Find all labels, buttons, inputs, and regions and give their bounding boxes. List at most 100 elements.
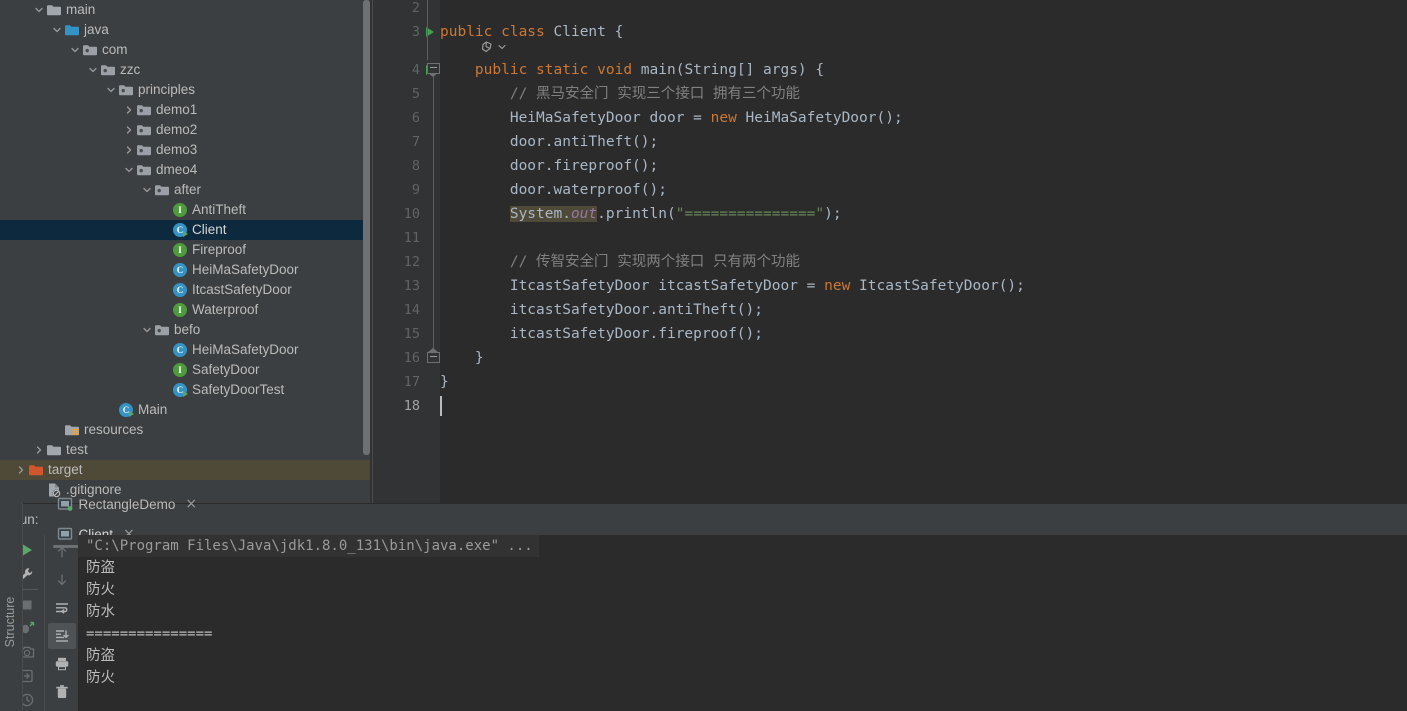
project-tree-scroll-thumb[interactable]	[363, 0, 370, 455]
tree-item-demo2[interactable]: demo2	[0, 120, 370, 140]
tree-item-antitheft[interactable]: I AntiTheft	[0, 200, 370, 220]
tree-item-demo3[interactable]: demo3	[0, 140, 370, 160]
tree-item-client[interactable]: C Client	[0, 220, 370, 240]
tree-item-label: demo1	[156, 102, 198, 117]
code-line[interactable]: itcastSafetyDoor.antiTheft();	[440, 298, 763, 322]
chevron-right-icon[interactable]	[122, 140, 136, 160]
tree-item-befo[interactable]: befo	[0, 320, 370, 340]
line-number: 9	[411, 182, 420, 198]
chevron-right-icon[interactable]	[122, 100, 136, 120]
code-line[interactable]	[440, 226, 449, 250]
chevron-down-icon[interactable]	[32, 0, 46, 20]
tree-item-resources[interactable]: resources	[0, 420, 370, 440]
tree-item-label: Client	[192, 222, 227, 237]
tree-item-com[interactable]: com	[0, 40, 370, 60]
print-icon[interactable]	[48, 651, 76, 677]
project-tree-list[interactable]: main java com zzc principles demo1 demo2 demo3 d…	[0, 0, 370, 500]
chevron-down-icon[interactable]	[104, 80, 118, 100]
code-token: System.	[509, 206, 571, 222]
scroll-to-end-icon[interactable]	[47, 623, 76, 649]
class-runnable-icon: C	[118, 400, 134, 420]
folder-package-icon	[136, 120, 152, 140]
run-console-output[interactable]: "C:\Program Files\Java\jdk1.8.0_131\bin\…	[78, 535, 1407, 711]
code-line[interactable]: // 黑马安全门 实现三个接口 拥有三个功能	[440, 82, 800, 106]
code-line[interactable]: public static void main(String[] args) {	[440, 58, 824, 82]
code-line[interactable]: door.antiTheft();	[440, 130, 658, 154]
tree-item-target[interactable]: target	[0, 460, 370, 480]
code-editor[interactable]: 2 3 4 5 6 7 8 9 10 11 12 13 14 15 16 17 18 public class …	[372, 0, 1407, 503]
class-runnable-icon: C	[172, 220, 188, 240]
code-line[interactable]: HeiMaSafetyDoor door = new HeiMaSafetyDo…	[440, 106, 903, 130]
chevron-down-icon[interactable]	[140, 320, 154, 340]
project-tree-panel[interactable]: main java com zzc principles demo1 demo2 demo3 d…	[0, 0, 370, 503]
tree-item-dmeo4[interactable]: dmeo4	[0, 160, 370, 180]
code-line[interactable]	[440, 0, 449, 20]
run-toolbar-secondary[interactable]	[44, 535, 78, 711]
tree-item-safetydoortest[interactable]: C SafetyDoorTest	[0, 380, 370, 400]
close-icon[interactable]: ×	[185, 497, 197, 511]
code-token: new	[710, 110, 746, 126]
fold-region-line	[433, 72, 434, 352]
tree-item-heimasafetydoor[interactable]: C HeiMaSafetyDoor	[0, 340, 370, 360]
folder-package-icon	[154, 180, 170, 200]
folder-excluded-icon	[28, 460, 44, 480]
code-line[interactable]: ItcastSafetyDoor itcastSafetyDoor = new …	[440, 274, 1025, 298]
tree-item-label: Main	[138, 402, 168, 417]
chevron-right-icon[interactable]	[122, 120, 136, 140]
code-line[interactable]: itcastSafetyDoor.fireproof();	[440, 322, 763, 346]
fold-collapse-end-icon[interactable]	[427, 348, 440, 365]
tree-item-demo1[interactable]: demo1	[0, 100, 370, 120]
chevron-down-icon[interactable]	[68, 40, 82, 60]
code-line[interactable]: }	[440, 346, 484, 370]
tree-item-main[interactable]: C Main	[0, 400, 370, 420]
code-line[interactable]: }	[440, 370, 449, 394]
chevron-down-icon[interactable]	[50, 20, 64, 40]
structure-tool-button[interactable]: Structure	[3, 592, 21, 652]
tree-item-after[interactable]: after	[0, 180, 370, 200]
code-token: .println(	[597, 206, 676, 222]
editor-left-edge	[372, 0, 373, 503]
trash-icon[interactable]	[48, 679, 76, 705]
chevron-right-icon[interactable]	[32, 440, 46, 460]
fold-collapse-icon[interactable]	[427, 63, 440, 77]
tree-item-test[interactable]: test	[0, 440, 370, 460]
run-tool-window[interactable]: Run: RectangleDemo × Client × "C:\Program F…	[0, 497, 1407, 711]
line-number: 5	[411, 86, 420, 102]
tree-item-itcastsafetydoor[interactable]: C ItcastSafetyDoor	[0, 280, 370, 300]
code-line[interactable]: // 传智安全门 实现两个接口 只有两个功能	[440, 250, 800, 274]
chevron-down-icon[interactable]	[140, 180, 154, 200]
folder-package-icon	[136, 160, 152, 180]
console-line: 防盗	[86, 648, 115, 664]
run-tab-rectangledemo[interactable]: RectangleDemo ×	[47, 489, 206, 519]
chevron-down-icon[interactable]	[122, 160, 136, 180]
run-tab-bar[interactable]: Run: RectangleDemo × Client ×	[0, 497, 1407, 548]
soft-wrap-icon[interactable]	[48, 595, 76, 621]
tree-item-zzc[interactable]: zzc	[0, 60, 370, 80]
gutter-run-icon[interactable]	[424, 20, 436, 44]
tree-item-heimasafetydoor[interactable]: C HeiMaSafetyDoor	[0, 260, 370, 280]
chevron-right-icon[interactable]	[14, 460, 28, 480]
class-icon: C	[172, 260, 188, 280]
inlay-hint-icon[interactable]	[480, 40, 507, 54]
tree-item-fireproof[interactable]: I Fireproof	[0, 240, 370, 260]
left-tool-rail[interactable]: Structure	[0, 503, 22, 711]
editor-code-area[interactable]: public class Client { public static void…	[440, 0, 1407, 503]
text-caret	[440, 396, 442, 416]
tree-item-java[interactable]: java	[0, 20, 370, 40]
tree-item-waterproof[interactable]: I Waterproof	[0, 300, 370, 320]
project-tree-scrollbar[interactable]	[363, 0, 370, 455]
chevron-down-icon[interactable]	[86, 60, 100, 80]
code-line[interactable]: System.out.println("===============");	[440, 202, 842, 226]
code-line[interactable]: door.waterproof();	[440, 178, 667, 202]
console-line: "C:\Program Files\Java\jdk1.8.0_131\bin\…	[78, 535, 539, 557]
tree-item-principles[interactable]: principles	[0, 80, 370, 100]
tree-item-label: test	[66, 442, 88, 457]
code-line[interactable]: public class Client {	[440, 20, 623, 44]
tree-item-safetydoor[interactable]: I SafetyDoor	[0, 360, 370, 380]
tree-item-main[interactable]: main	[0, 0, 370, 20]
code-line[interactable]: door.fireproof();	[440, 154, 658, 178]
